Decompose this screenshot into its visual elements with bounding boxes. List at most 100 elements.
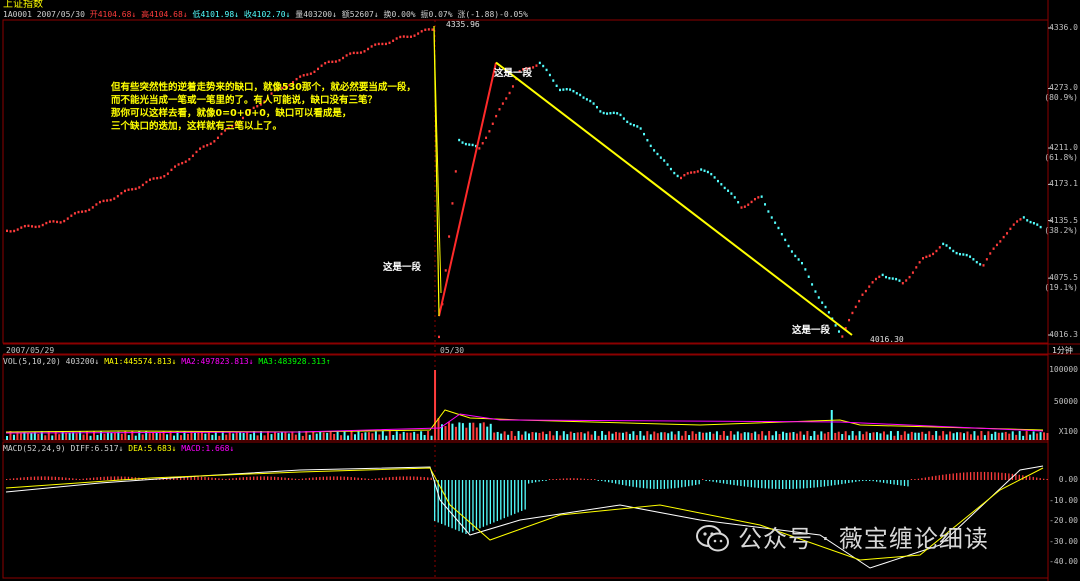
price-tick-291 [1012,223,1015,226]
macd-hist-bar-133 [468,480,471,533]
macd-hist-bar-168 [590,479,592,480]
macd-hist-bar-199 [698,480,700,485]
volume-bar-247 [865,431,868,440]
price-tick-234 [821,301,824,304]
macd-hist-bar-273 [956,473,958,480]
price-tick-277 [965,253,968,257]
macd-hist-bar-158 [555,479,558,480]
price-tick-252 [881,273,884,277]
macd-hist-bar-211 [740,480,742,487]
volume-bar-264 [924,433,927,440]
price-tick-38 [141,183,144,187]
price-tick-4: 4135.5 [1049,215,1078,225]
volume-bar-53 [190,431,193,440]
price-tick-22 [84,210,87,213]
volume-bar-118 [416,433,419,440]
close-label: 收 [243,10,252,19]
macd-hist-bar-15 [58,476,60,480]
volume-bar-140 [493,432,496,440]
volume-bar-204 [715,431,718,440]
price-tick-0 [6,229,8,233]
volume-bar-110 [388,431,391,440]
volume-bar-189 [663,432,666,440]
macd-hist-bar-240 [841,480,843,485]
macd-hist-bar-27 [99,476,102,480]
volume-bar-50 [180,435,182,440]
macd-hist-bar-59 [211,477,213,480]
volume-bar-276 [966,431,969,440]
volume-bar-181 [635,435,638,440]
price-tick-46 [170,168,173,172]
volume-bar-249 [872,432,875,440]
volume-bar-113 [399,433,402,440]
macd-hist-bar-280 [980,471,982,480]
macd-hist-bar-81 [287,478,290,480]
macd-hist-bar-180 [632,480,634,487]
price-tick-264 [922,257,924,260]
price-tick-18 [70,214,73,217]
macd-hist-bar-71 [253,476,255,480]
period-selector[interactable]: 1分钟 [1052,346,1073,356]
macd-hist-bar-54 [193,476,196,480]
macd-hist-bar-103 [364,478,366,480]
volume-bar-0 [6,436,8,440]
volume-bar-292 [1022,435,1025,440]
volume-tick-1: 50000 [1053,397,1078,406]
macd-hist-bar-119 [420,476,422,480]
volume-bar-24 [89,435,92,440]
macd-hist-bar-104 [367,478,370,480]
trough-price-marker: 4016.30 [870,335,904,344]
macd-hist-bar-78 [277,477,279,480]
volume-bar-122 [430,435,433,440]
macd-name: MACD(52,24,9) [3,444,66,453]
macd-hist-bar-279 [976,471,979,480]
price-tick-11 [45,221,48,225]
volume-bar-186 [653,431,656,440]
macd-hist-bar-225 [789,480,791,489]
volume-bar-44 [159,433,162,440]
volume-bar-190 [667,433,670,440]
price-tick-171 [609,112,612,115]
volume-value: 403200 [303,10,333,19]
price-tick-160 [572,89,575,93]
volume-bar-20 [75,433,78,440]
price-tick-107 [388,41,391,45]
volume-bar-229 [802,434,805,440]
price-tick-141 [508,91,511,95]
volume-bar-198 [695,433,698,440]
volume-bar-254 [889,431,892,440]
macd-hist-bar-206 [722,480,725,484]
price-tick-19 [73,212,76,215]
macd-hist-bar-176 [618,480,620,485]
price-tick-260 [908,275,911,279]
price-tick-84 [306,73,309,76]
volume-bar-173 [608,431,611,440]
price-tick-173 [616,112,619,115]
price-tick-52 [191,154,194,157]
volume-bar-137 [482,422,485,440]
price-tick-108 [392,39,395,42]
macd-hist-bar-63 [225,479,227,480]
macd-hist-bar-265 [928,476,930,480]
volume-bar-200 [702,432,704,440]
volume-bar-57 [204,433,207,440]
macd-hist-bar-286 [1001,472,1003,480]
price-tick-125 [454,170,457,173]
macd-hist-bar-272 [952,473,954,480]
wechat-icon [696,525,729,552]
price-tick-256 [895,277,898,281]
macd-hist-bar-287 [1004,473,1007,480]
volume-bar-72 [256,435,259,440]
price-tick-165 [589,99,592,103]
volume-bar-117 [413,431,416,440]
macd-hist-bar-164 [576,478,579,480]
price-tick-236 [827,311,830,314]
macd-tick-1: -10.00 [1049,495,1078,505]
macd-hist-bar-157 [552,479,554,480]
macd-hist-bar-233 [816,480,819,488]
volume-bar-69 [246,431,249,440]
volume-bar-145 [510,431,513,440]
price-tick-33 [123,189,126,193]
volume-bar-168 [590,434,593,440]
macd-hist-bar-274 [959,472,961,480]
